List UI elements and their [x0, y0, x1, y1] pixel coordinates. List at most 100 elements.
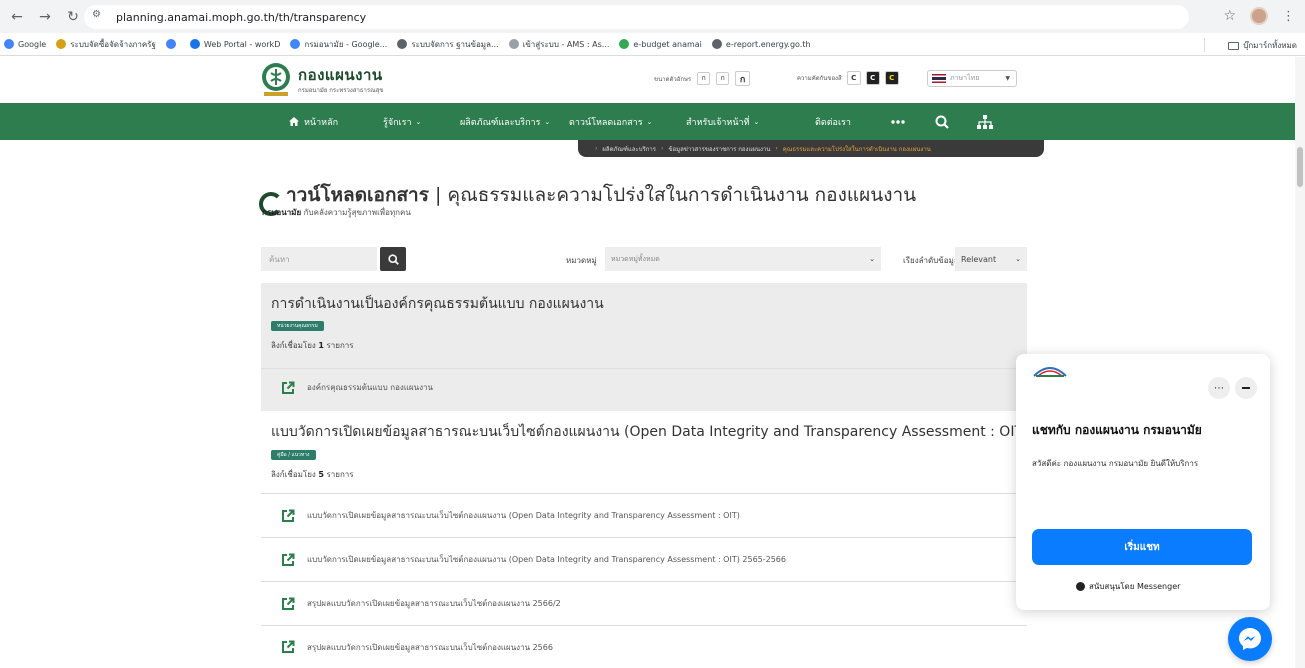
nav-downloads-label: ดาวน์โหลดเอกสาร [569, 117, 643, 128]
sort-label: เรียงลำดับข้อมูล [903, 256, 959, 265]
document-link-row[interactable]: สรุปผลแบบวัดการเปิดเผยข้อมูลสาธารณะบนเว็… [261, 625, 1027, 668]
document-link-row[interactable]: สรุปผลแบบวัดการเปิดเผยข้อมูลสาธารณะบนเว็… [261, 581, 1027, 625]
document-link-text[interactable]: สรุปผลแบบวัดการเปิดเผยข้อมูลสาธารณะบนเว็… [307, 641, 553, 654]
nav-staff[interactable]: สำหรับเจ้าหน้าที่ ⌄ [686, 103, 759, 140]
back-icon[interactable]: ← [6, 6, 28, 28]
main-navigation: หน้าหลัก รู้จักเรา ⌄ ผลิตภัณฑ์และบริการ ⌄ … [0, 103, 1305, 140]
chevron-down-icon: ⌄ [753, 117, 760, 126]
chat-options-icon[interactable]: ⋯ [1208, 377, 1230, 399]
chevron-down-icon: ⌄ [646, 117, 653, 126]
link-count-number: 5 [318, 470, 324, 479]
category-label: หมวดหมู่ [566, 256, 597, 265]
bookmark-label: เข้าสู่ระบบ - AMS : As... [522, 39, 610, 49]
bookmark-item[interactable]: กรมอนามัย - Google... [290, 38, 387, 51]
category-value: หมวดหมู่ทั้งหมด [611, 254, 660, 263]
font-large-button[interactable]: ก [735, 71, 751, 86]
bookmark-favicon-icon [508, 39, 519, 49]
bookmark-item[interactable]: e-report.energy.go.th [711, 39, 811, 49]
breadcrumb-separator: › [775, 145, 778, 152]
category-select[interactable]: หมวดหมู่ทั้งหมด ⌄ [605, 247, 881, 271]
page-scrollbar[interactable] [1295, 57, 1305, 668]
start-chat-button[interactable]: เริ่มแชท [1032, 529, 1252, 565]
bookmark-item[interactable]: Web Portal - workD [189, 39, 281, 49]
page-title-rest: | คุณธรรมและความโปร่งใสในการดำเนินงาน กอ… [428, 184, 917, 206]
search-button[interactable] [380, 247, 406, 271]
reload-icon[interactable]: ↻ [62, 6, 84, 28]
sitemap-icon[interactable] [971, 103, 999, 140]
browser-menu-icon[interactable]: ⋮ [1282, 9, 1295, 24]
chat-minimize-icon[interactable] [1235, 377, 1257, 399]
bookmark-favicon-icon [619, 39, 630, 49]
document-link-text[interactable]: องค์กรคุณธรรมต้นแบบ กองแผนงาน [307, 381, 433, 394]
document-link-text[interactable]: แบบวัดการเปิดเผยข้อมูลสาธารณะบนเว็บไซต์ก… [307, 509, 740, 522]
group-badge[interactable]: หน่วยงานคุณธรรม [271, 321, 324, 331]
more-icon[interactable] [884, 103, 912, 140]
page-subtitle-bold: กรมอนามัย [262, 208, 302, 217]
group-title: แบบวัดการเปิดเผยข้อมูลสาธารณะบนเว็บไซต์ก… [271, 424, 1029, 440]
breadcrumb-item[interactable]: ผลิตภัณฑ์และบริการ [602, 144, 656, 154]
contrast-dark-button[interactable]: C [865, 71, 880, 85]
font-small-button[interactable]: ก [697, 72, 711, 85]
nav-downloads[interactable]: ดาวน์โหลดเอกสาร ⌄ [569, 103, 652, 140]
document-link-row[interactable]: องค์กรคุณธรรมต้นแบบ กองแผนงาน [261, 368, 1027, 406]
document-link-row[interactable]: แบบวัดการเปิดเผยข้อมูลสาธารณะบนเว็บไซต์ก… [261, 537, 1027, 581]
nav-staff-label: สำหรับเจ้าหน้าที่ [686, 117, 750, 128]
group-link-count: ลิงก์เชื่อมโยง 5 รายการ [271, 468, 354, 481]
scrollbar-thumb[interactable] [1297, 147, 1303, 187]
nav-home-label: หน้าหลัก [304, 117, 339, 128]
search-input[interactable]: ค้นหา [261, 247, 377, 271]
site-logo-title[interactable]: กองแผนงาน [298, 63, 383, 87]
search-icon[interactable] [928, 103, 956, 140]
department-logo-icon[interactable] [260, 62, 292, 98]
breadcrumb-item[interactable]: ข้อมูลข่าวสารของราชการ กองแผนงาน [668, 144, 770, 154]
breadcrumb-current: คุณธรรมและความโปร่งใสในการดำเนินงาน กองแ… [782, 145, 931, 153]
document-link-text[interactable]: สรุปผลแบบวัดการเปิดเผยข้อมูลสาธารณะบนเว็… [307, 597, 561, 610]
powered-by-messenger[interactable]: สนับสนุนโดย Messenger [1076, 580, 1180, 593]
external-link-icon [282, 553, 295, 566]
all-bookmarks[interactable]: บุ๊กมาร์กทั้งหมด [1228, 39, 1297, 52]
browser-toolbar: ← → ↻ ⚙ planning.anamai.moph.go.th/th/tr… [0, 0, 1305, 33]
sort-select[interactable]: Relevant ⌄ [955, 247, 1027, 271]
document-group: แบบวัดการเปิดเผยข้อมูลสาธารณะบนเว็บไซต์ก… [261, 411, 1029, 668]
language-select[interactable]: ภาษาไทย ▼ [927, 70, 1017, 87]
bookmark-item[interactable]: เข้าสู่ระบบ - AMS : As... [508, 38, 610, 51]
bookmark-item[interactable]: e-budget anamai [619, 39, 702, 49]
bookmark-star-icon[interactable]: ☆ [1223, 8, 1236, 24]
bookmark-label: e-report.energy.go.th [725, 39, 811, 49]
bookmark-item[interactable]: ระบบจัดการ ฐานข้อมูล... [397, 38, 499, 51]
document-link-text[interactable]: แบบวัดการเปิดเผยข้อมูลสาธารณะบนเว็บไซต์ก… [307, 553, 786, 566]
bookmark-label: ระบบจัดซื้อจัดจ้างภาครัฐ [70, 39, 156, 49]
nav-contact[interactable]: ติดต่อเรา [815, 103, 851, 140]
nav-products-label: ผลิตภัณฑ์และบริการ [460, 117, 541, 128]
contrast-label: ความคัดกันของสี [797, 75, 842, 82]
contrast-control: ความคัดกันของสี C C C [797, 71, 899, 85]
forward-icon[interactable]: → [34, 6, 56, 28]
language-value: ภาษาไทย [950, 74, 980, 82]
chevron-down-icon: ⌄ [544, 117, 551, 126]
group-badge[interactable]: คู่มือ / แนวทาง [271, 450, 316, 460]
nav-home[interactable]: หน้าหลัก [289, 103, 338, 140]
contrast-yellow-button[interactable]: C [884, 71, 899, 85]
font-medium-button[interactable]: ก [716, 72, 730, 85]
search-placeholder: ค้นหา [269, 254, 290, 264]
nav-products[interactable]: ผลิตภัณฑ์และบริการ ⌄ [460, 103, 550, 140]
address-bar[interactable]: ⚙ planning.anamai.moph.go.th/th/transpar… [84, 5, 1189, 29]
site-settings-icon[interactable]: ⚙ [92, 9, 110, 25]
nav-about[interactable]: รู้จักเรา ⌄ [383, 103, 421, 140]
profile-avatar[interactable] [1250, 7, 1268, 25]
contrast-normal-button[interactable]: C [846, 71, 861, 85]
bookmark-favicon-icon [711, 39, 722, 49]
bookmark-label: e-budget anamai [633, 39, 702, 49]
document-group: การดำเนินงานเป็นองค์กรคุณธรรมต้นแบบ กองแ… [261, 283, 1027, 411]
bookmark-item[interactable]: Google [4, 39, 46, 49]
bookmark-label: Web Portal - workD [203, 39, 281, 49]
messenger-launcher-button[interactable] [1228, 617, 1272, 661]
site-header: กองแผนงาน กรมอนามัย กระทรวงสาธารณสุข ขนา… [0, 57, 1305, 103]
nav-contact-label: ติดต่อเรา [815, 117, 851, 128]
site-logo-subtitle: กรมอนามัย กระทรวงสาธารณสุข [298, 87, 384, 94]
bookmark-item[interactable]: ระบบจัดซื้อจัดจ้างภาครัฐ [56, 38, 156, 51]
breadcrumb: › ผลิตภัณฑ์และบริการ › ข้อมูลข่าวสารของร… [578, 140, 1044, 157]
document-link-row[interactable]: แบบวัดการเปิดเผยข้อมูลสาธารณะบนเว็บไซต์ก… [261, 493, 1027, 537]
bookmark-item[interactable] [165, 39, 180, 49]
thai-flag-icon [932, 74, 946, 83]
